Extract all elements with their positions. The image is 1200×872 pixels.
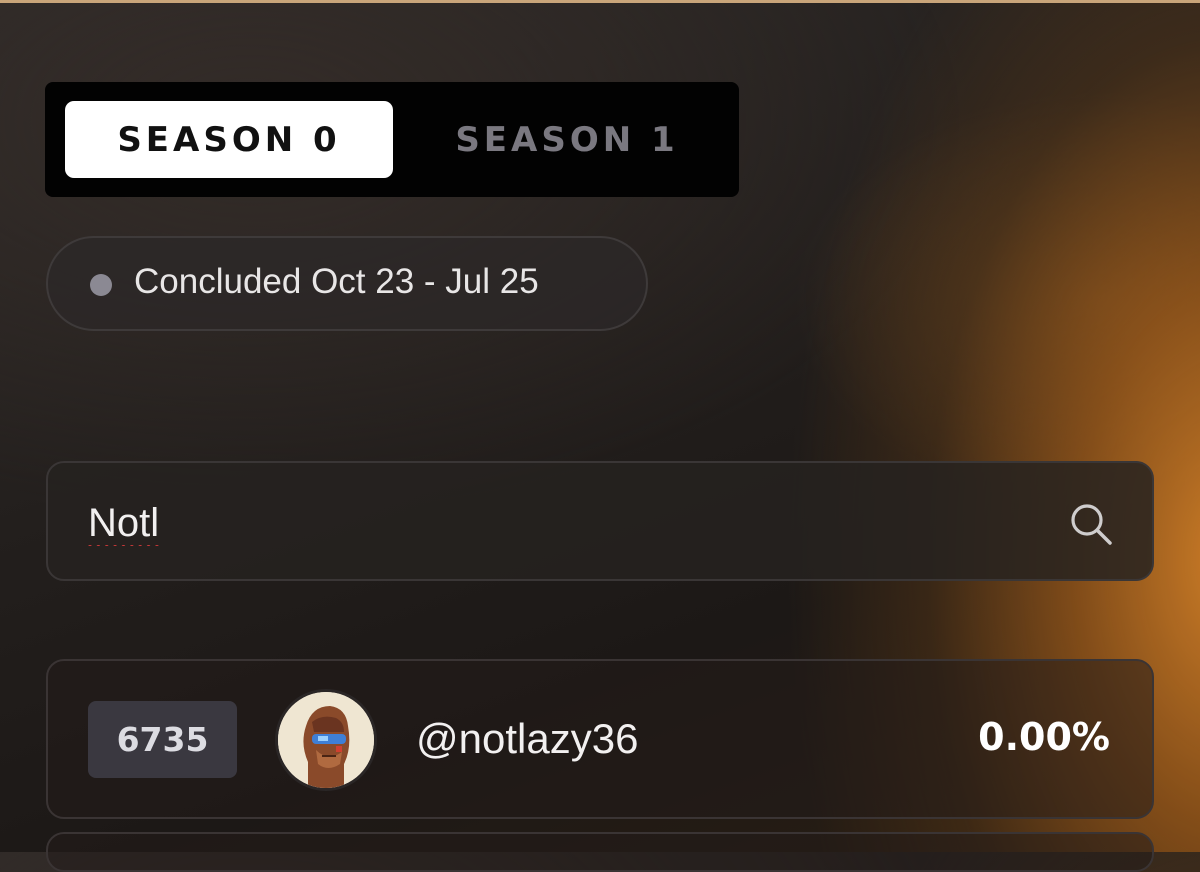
username: @notlazy36	[416, 715, 639, 762]
top-border	[0, 0, 1200, 3]
status-dot-icon	[90, 274, 112, 296]
leaderboard-row[interactable]: 6735 @notlazy36 0.00%	[46, 659, 1154, 819]
search-icon[interactable]	[1066, 499, 1116, 549]
leaderboard-row-next[interactable]	[46, 832, 1154, 872]
search-box	[46, 461, 1154, 581]
tab-season-1[interactable]: SEASON 1	[417, 101, 717, 178]
tab-season-0[interactable]: SEASON 0	[65, 101, 393, 178]
status-pill: Concluded Oct 23 - Jul 25	[46, 236, 648, 331]
search-input[interactable]	[88, 493, 988, 553]
rank-badge: 6735	[88, 701, 237, 778]
share-percent: 0.00%	[978, 715, 1110, 759]
season-tabs: SEASON 0 SEASON 1	[45, 82, 739, 197]
ape-avatar-icon	[275, 689, 377, 791]
status-text: Concluded Oct 23 - Jul 25	[134, 262, 539, 301]
